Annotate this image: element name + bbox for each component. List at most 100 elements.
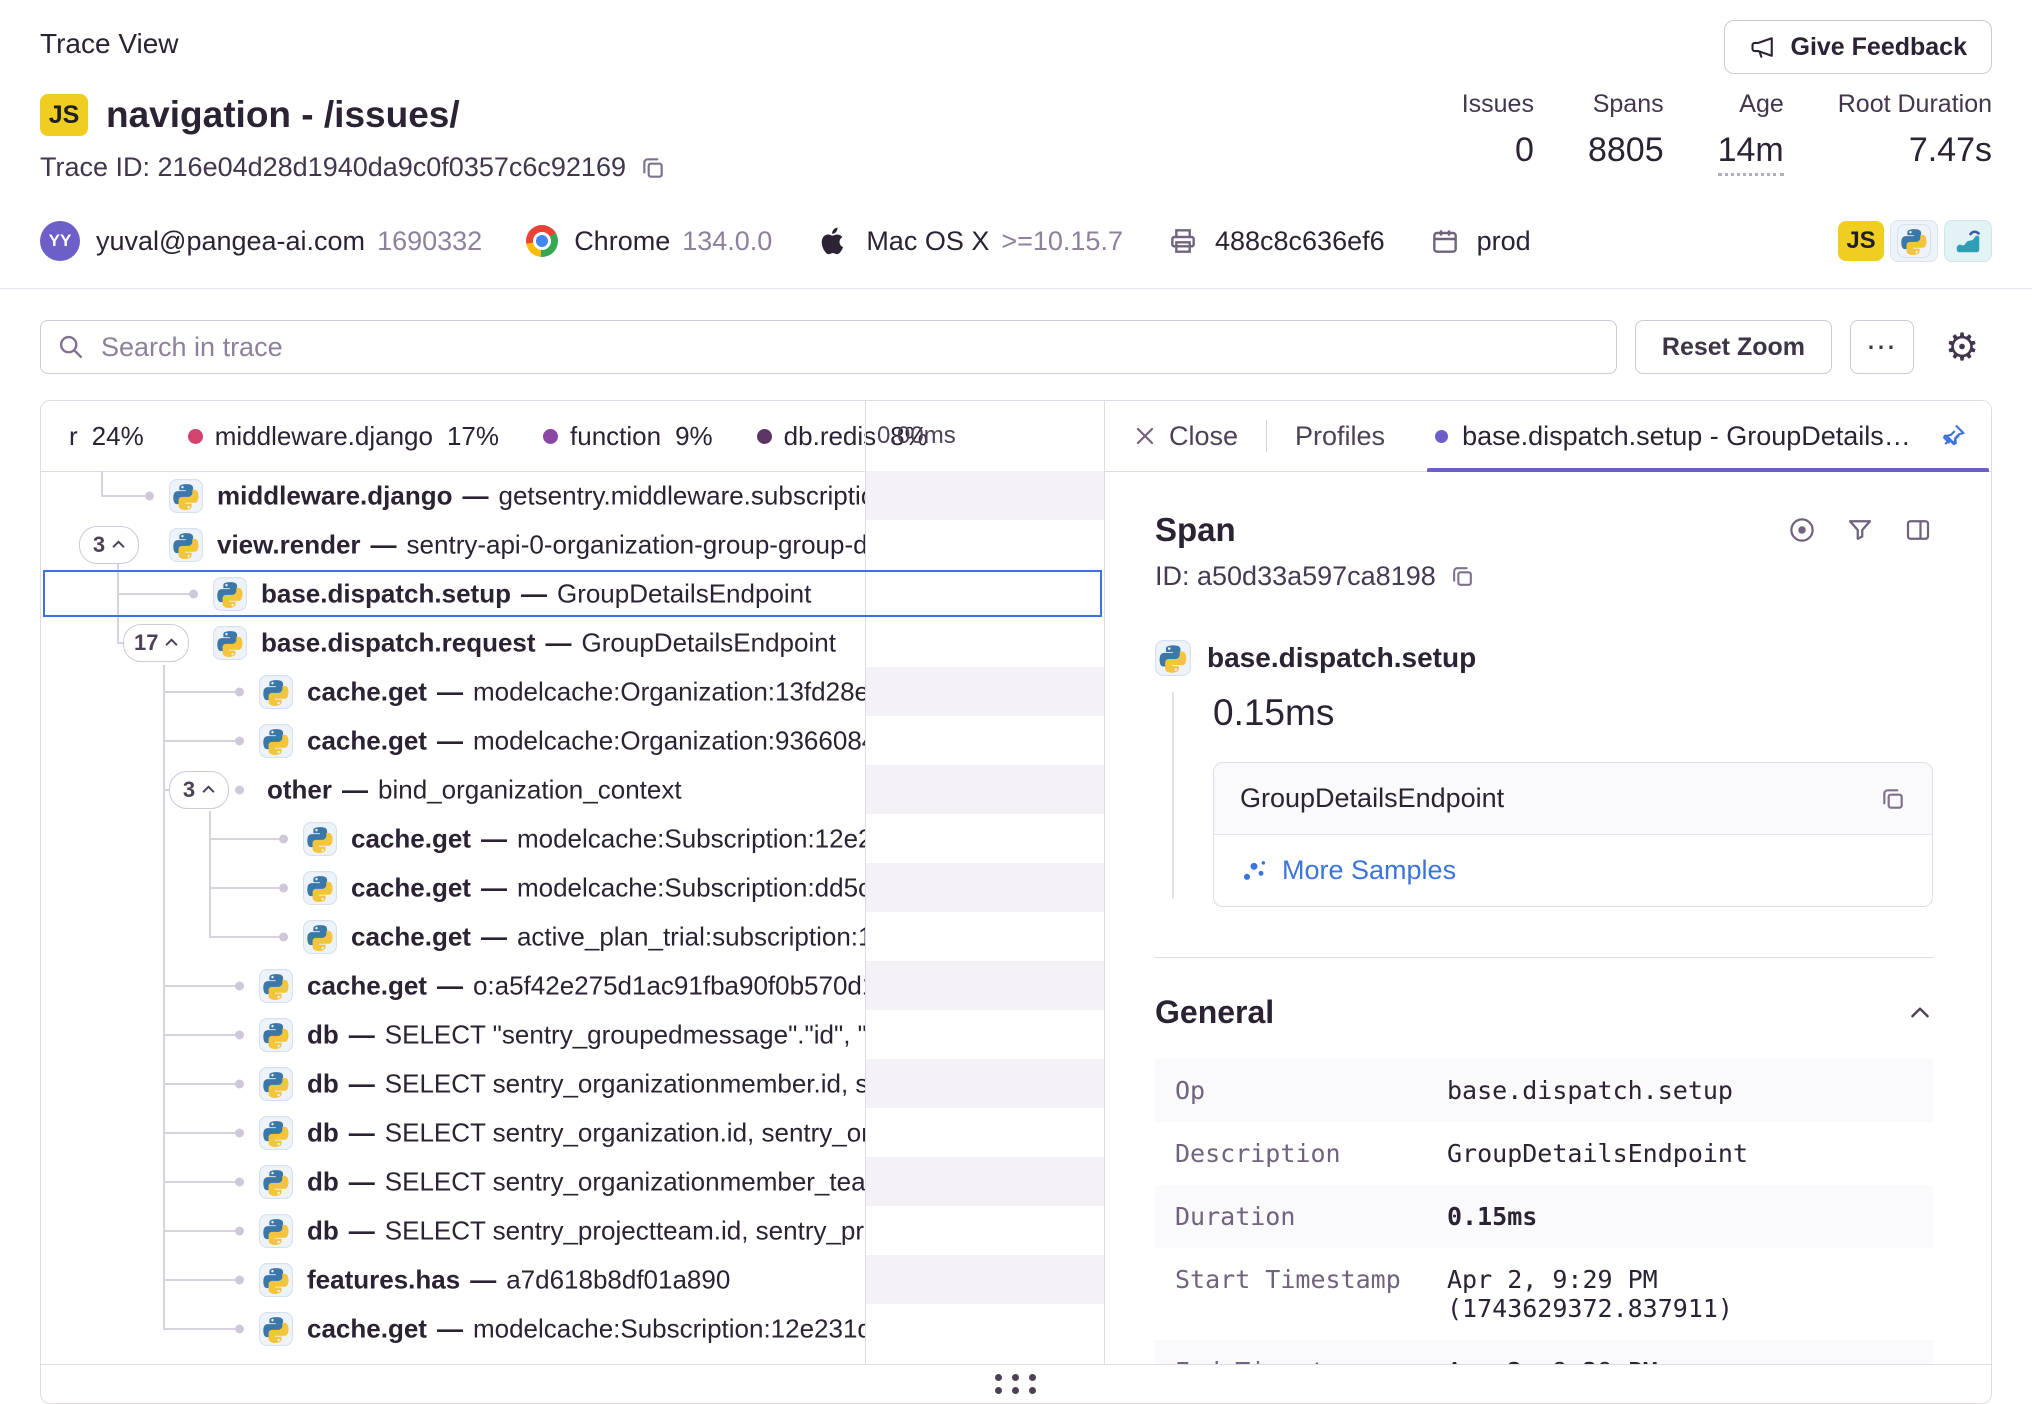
span-description: SELECT sentry_organizationmember.id, sen… xyxy=(385,1068,865,1098)
span-duration-cell[interactable] xyxy=(866,716,1104,765)
stat-value: 14m xyxy=(1718,131,1784,176)
trace-span-row[interactable]: cache.get—modelcache:Subscription:12e231… xyxy=(41,1304,1104,1353)
funnel-icon[interactable] xyxy=(1845,515,1875,545)
more-samples-link[interactable]: More Samples xyxy=(1214,835,1932,906)
trace-span-row[interactable]: db—SELECT sentry_organization.id, sentry… xyxy=(41,1108,1104,1157)
tree-connector xyxy=(163,1328,235,1330)
span-duration-cell[interactable] xyxy=(866,1255,1104,1304)
pin-icon[interactable] xyxy=(1939,422,1967,450)
tree-connector-dot xyxy=(235,1079,244,1088)
side-panel-icon[interactable] xyxy=(1903,515,1933,545)
tree-connector xyxy=(163,985,235,987)
search-bar[interactable] xyxy=(40,320,1617,374)
stat-label: Root Duration xyxy=(1838,90,1992,119)
tab-active-span[interactable]: base.dispatch.setup - GroupDetails… xyxy=(1427,401,1989,471)
op-breakdown-legend: r 24% middleware.django 17% function 9% xyxy=(41,421,928,452)
reset-zoom-button[interactable]: Reset Zoom xyxy=(1635,320,1832,374)
header-divider xyxy=(0,288,2032,289)
tree-connector-dot xyxy=(235,1177,244,1186)
trace-span-row[interactable]: 3 view.render—sentry-api-0-organization-… xyxy=(41,520,1104,569)
trace-span-row[interactable]: middleware.django—getsentry.middleware.s… xyxy=(41,471,1104,520)
general-section-title: General xyxy=(1155,994,1274,1031)
legend-item[interactable]: r 24% xyxy=(69,421,144,452)
trace-stats: Issues 0 Spans 8805 Age 14m Root Duratio… xyxy=(1462,90,1992,176)
span-row-label-cell: base.dispatch.setup—GroupDetailsEndpoint xyxy=(41,569,865,618)
trace-span-row[interactable]: 17 base.dispatch.request—GroupDetailsEnd… xyxy=(41,618,1104,667)
span-description: SELECT sentry_projectteam.id, sentry_pro… xyxy=(385,1215,865,1245)
span-duration-cell[interactable] xyxy=(866,1304,1104,1353)
span-duration-cell[interactable] xyxy=(866,520,1104,569)
children-count-badge[interactable]: 3 xyxy=(79,526,139,564)
active-tab-label: base.dispatch.setup - GroupDetails… xyxy=(1462,421,1911,452)
trace-span-row[interactable]: cache.get—modelcache:Organization:936608… xyxy=(41,716,1104,765)
tree-connector-dot xyxy=(235,1324,244,1333)
tree-connector xyxy=(117,593,189,595)
span-duration-cell[interactable] xyxy=(866,961,1104,1010)
span-op: db xyxy=(307,1068,339,1098)
tree-connector-dot xyxy=(235,785,244,794)
trace-span-row[interactable]: db—SELECT "sentry_groupedmessage"."id", … xyxy=(41,1010,1104,1059)
span-description: getsentry.middleware.subscriptiontag.S xyxy=(499,480,866,510)
span-duration-cell[interactable] xyxy=(866,765,1104,814)
trace-span-row[interactable]: cache.get—o:a5f42e275d1ac91fba90f0b570d1… xyxy=(41,961,1104,1010)
trace-span-row[interactable]: cache.get—modelcache:Organization:13fd28… xyxy=(41,667,1104,716)
tree-connector-dot xyxy=(235,1226,244,1235)
trace-span-row[interactable]: db—SELECT sentry_projectteam.id, sentry_… xyxy=(41,1206,1104,1255)
span-actions xyxy=(1787,515,1933,545)
children-count-badge[interactable]: 17 xyxy=(123,624,189,662)
collapse-chevron-icon[interactable] xyxy=(1907,1000,1933,1026)
trace-span-row[interactable]: db—SELECT sentry_organizationmember.id, … xyxy=(41,1059,1104,1108)
tab-profiles[interactable]: Profiles xyxy=(1295,421,1385,452)
trace-meta-row: YY yuval@pangea-ai.com 1690332 Chrome 13… xyxy=(40,212,1992,270)
span-duration-cell[interactable] xyxy=(866,667,1104,716)
children-count-badge[interactable]: 3 xyxy=(169,771,229,809)
span-duration-cell[interactable] xyxy=(866,814,1104,863)
panel-resize-handle[interactable] xyxy=(40,1364,1992,1404)
field-row: End Timestamp Apr 2, 9:29 PM (1743629372… xyxy=(1155,1340,1933,1366)
python-icon xyxy=(259,1214,293,1248)
copy-icon[interactable] xyxy=(640,155,666,181)
span-op: db xyxy=(307,1019,339,1049)
give-feedback-button[interactable]: Give Feedback xyxy=(1724,20,1992,74)
span-duration-cell[interactable] xyxy=(866,1059,1104,1108)
copy-icon[interactable] xyxy=(1880,786,1906,812)
settings-gear-button[interactable]: ⚙ xyxy=(1932,325,1992,370)
span-duration-cell[interactable] xyxy=(866,1010,1104,1059)
trace-span-row[interactable]: base.dispatch.setup—GroupDetailsEndpoint xyxy=(41,569,1104,618)
tree-connector-dot xyxy=(235,1275,244,1284)
python-icon xyxy=(259,1067,293,1101)
span-duration-cell[interactable] xyxy=(866,912,1104,961)
span-duration-cell[interactable] xyxy=(866,471,1104,520)
span-duration-cell[interactable] xyxy=(866,1157,1104,1206)
close-detail-button[interactable]: Close xyxy=(1133,421,1238,452)
span-duration-cell[interactable] xyxy=(866,863,1104,912)
trace-span-row[interactable]: features.has—a7d618b8df01a890 xyxy=(41,1255,1104,1304)
close-icon xyxy=(1133,424,1157,448)
span-duration-cell[interactable] xyxy=(866,1108,1104,1157)
tree-connector-dot xyxy=(145,491,154,500)
legend-item[interactable]: middleware.django 17% xyxy=(188,421,499,452)
span-duration-cell[interactable] xyxy=(866,569,1104,618)
trace-span-row[interactable]: 3 other—bind_organization_context xyxy=(41,765,1104,814)
focus-icon[interactable] xyxy=(1787,515,1817,545)
more-options-button[interactable]: ⋯ xyxy=(1850,320,1914,374)
span-op: other xyxy=(267,774,332,804)
legend-item[interactable]: function 9% xyxy=(543,421,713,452)
trace-waterfall: r 24% middleware.django 17% function 9% xyxy=(41,401,1105,1366)
search-input[interactable] xyxy=(99,331,1600,364)
span-duration-cell[interactable] xyxy=(866,1206,1104,1255)
copy-icon[interactable] xyxy=(1450,564,1475,589)
apple-icon xyxy=(816,224,850,258)
span-duration-cell[interactable] xyxy=(866,618,1104,667)
tree-connector-dot xyxy=(235,736,244,745)
span-op: cache.get xyxy=(351,823,471,853)
trace-span-row[interactable]: cache.get—active_plan_trial:subscription… xyxy=(41,912,1104,961)
trace-span-row[interactable]: cache.get—modelcache:Subscription:12e231… xyxy=(41,814,1104,863)
detail-tabbar: Close Profiles base.dispatch.setup - Gro… xyxy=(1105,401,1991,472)
span-op: middleware.django xyxy=(217,480,453,510)
span-description: modelcache:Organization:13fd28e9286d xyxy=(473,676,865,706)
span-detail-panel: Close Profiles base.dispatch.setup - Gro… xyxy=(1105,401,1991,1366)
trace-span-row[interactable]: db—SELECT sentry_organizationmember_team… xyxy=(41,1157,1104,1206)
trace-span-row[interactable]: cache.get—modelcache:Subscription:dd5c5b… xyxy=(41,863,1104,912)
js-platform-badge: JS xyxy=(1838,221,1884,261)
